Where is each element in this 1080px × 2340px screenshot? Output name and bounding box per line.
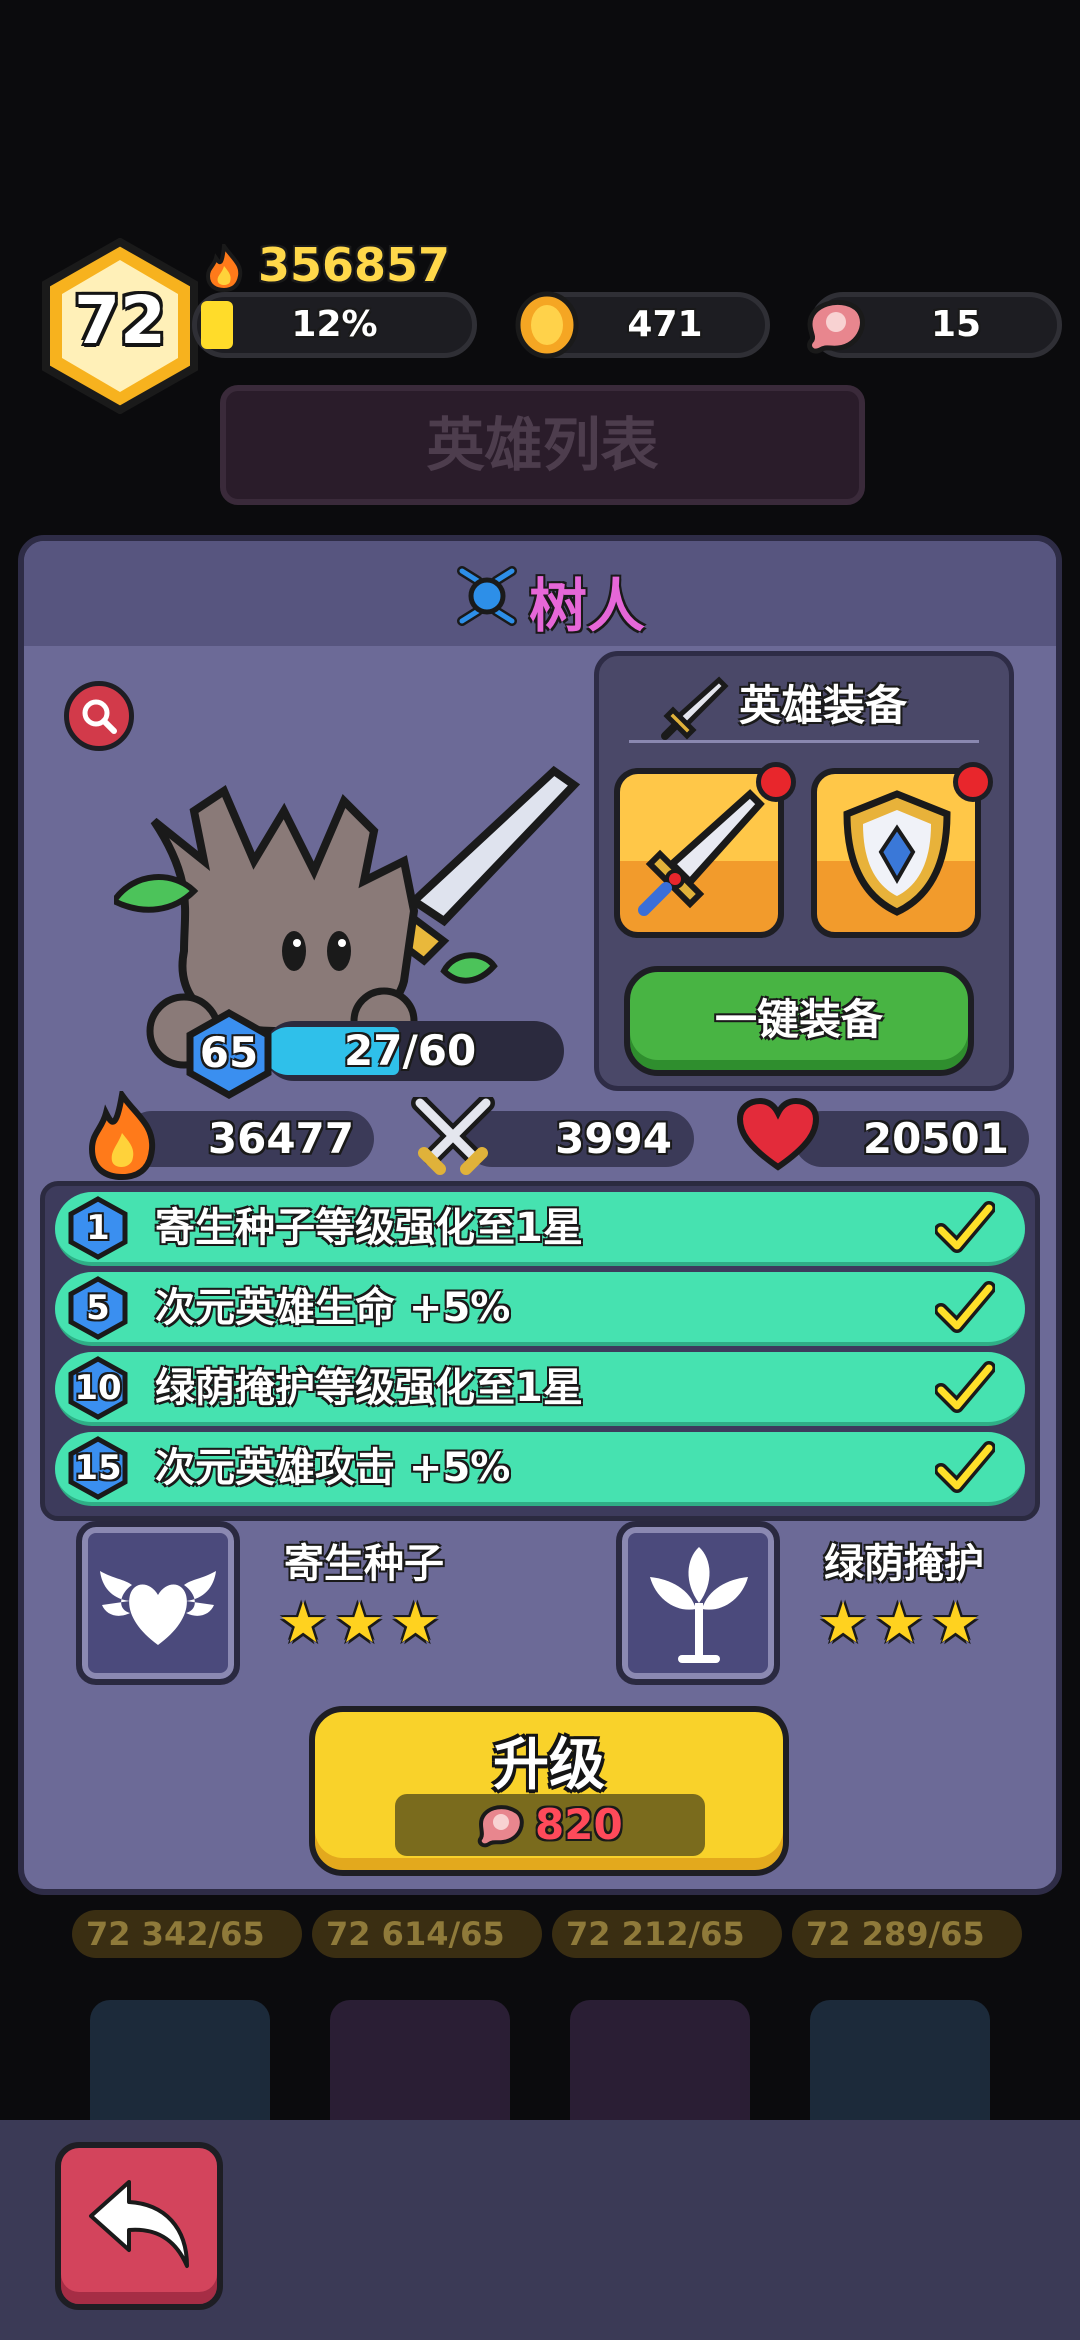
bonus-level: 5 (86, 1288, 110, 1328)
bonus-level-badge: 10 (67, 1356, 129, 1420)
hero-card[interactable] (810, 2000, 990, 2140)
check-icon (934, 1360, 996, 1416)
xp-bar: 12% (192, 292, 477, 358)
star-icon: ★ (874, 1591, 925, 1656)
meat-icon (800, 294, 872, 356)
equipment-icon (659, 674, 729, 744)
skill-1-stars: ★ ★ ★ (278, 1591, 441, 1656)
bonus-level-badge: 5 (67, 1276, 129, 1340)
equip-all-label: 一键装备 (714, 995, 883, 1044)
equipment-box: 英雄装备 一键装备 (594, 651, 1014, 1091)
equip-all-button[interactable]: 一键装备 (624, 966, 974, 1076)
armor-slot[interactable] (811, 762, 993, 938)
hero-level-badge: 65 (184, 1008, 274, 1100)
bonus-row: 15 次元英雄攻击 +5% (55, 1432, 1025, 1506)
bonus-level: 1 (86, 1208, 110, 1248)
hero-shard-bar: 27/60 (264, 1021, 564, 1081)
star-bonus-list[interactable]: 1 寄生种子等级强化至1星 5 次元英雄生命 +5% 10 绿荫掩护等级强化至1… (40, 1181, 1040, 1521)
upgrade-label: 升级 (493, 1733, 605, 1798)
meat-icon (473, 1800, 529, 1850)
back-button[interactable] (55, 2142, 223, 2310)
star-icon: ★ (930, 1591, 981, 1656)
hero-card-tag: 72 289/65 (792, 1910, 1022, 1958)
skill-1-button[interactable] (76, 1521, 240, 1685)
sprout-icon (644, 1543, 754, 1665)
heart-icon (736, 1097, 820, 1173)
player-level-badge: 72 (40, 237, 200, 415)
check-icon (934, 1200, 996, 1256)
bonus-text: 寄生种子等级强化至1星 (155, 1205, 583, 1251)
health-stat: 20501 (794, 1111, 1029, 1167)
bonus-level-badge: 15 (67, 1436, 129, 1500)
inspect-button[interactable] (64, 681, 134, 751)
bonus-level: 15 (74, 1448, 122, 1488)
hero-name: 树人 (529, 572, 646, 640)
player-power: 356857 (258, 238, 451, 292)
upgrade-cost: 820 (535, 1800, 623, 1849)
search-icon (79, 696, 119, 736)
equipment-divider (629, 740, 979, 743)
upgrade-cost-box: 820 (395, 1794, 705, 1856)
bonus-level-badge: 1 (67, 1196, 129, 1260)
hero-list-banner: 英雄列表 (220, 385, 865, 505)
power-stat: 36477 (124, 1111, 374, 1167)
coin-icon (514, 290, 580, 360)
sword-icon (630, 784, 770, 924)
hero-card-tag: 72 212/65 (552, 1910, 782, 1958)
bonus-text: 绿荫掩护等级强化至1星 (155, 1365, 583, 1411)
hero-health: 20501 (862, 1114, 1009, 1163)
hero-detail-panel: 树人 27/60 65 英雄装备 一键装备 36477 3994 20501 1… (18, 535, 1062, 1895)
hero-card-tag: 72 614/65 (312, 1910, 542, 1958)
bonus-row: 10 绿荫掩护等级强化至1星 (55, 1352, 1025, 1426)
bonus-text: 次元英雄生命 +5% (155, 1285, 511, 1331)
player-level: 72 (74, 282, 166, 359)
weapon-slot[interactable] (614, 762, 796, 938)
skill-2-name: 绿荫掩护 (824, 1541, 984, 1587)
armor-notice-dot (953, 762, 993, 802)
shield-icon (837, 788, 957, 918)
star-icon: ★ (390, 1591, 441, 1656)
bonus-row: 5 次元英雄生命 +5% (55, 1272, 1025, 1346)
check-icon (934, 1280, 996, 1336)
skill-2-button[interactable] (616, 1521, 780, 1685)
hero-list-title: 英雄列表 (426, 411, 659, 479)
xp-percent: 12% (291, 304, 378, 345)
star-icon: ★ (334, 1591, 385, 1656)
bonus-text: 次元英雄攻击 +5% (155, 1445, 511, 1491)
crossed-swords-icon (410, 1094, 496, 1177)
weapon-notice-dot (756, 762, 796, 802)
equipment-title: 英雄装备 (739, 681, 908, 730)
wings-icon (96, 1549, 220, 1657)
power-icon (202, 240, 246, 293)
star-icon: ★ (278, 1591, 329, 1656)
hero-card[interactable] (90, 2000, 270, 2140)
star-icon: ★ (818, 1591, 869, 1656)
faction-icon (454, 563, 520, 629)
hero-card[interactable] (330, 2000, 510, 2140)
skill-2-stars: ★ ★ ★ (818, 1591, 981, 1656)
hero-power: 36477 (207, 1114, 354, 1163)
hero-card-tag: 72 342/65 (72, 1910, 302, 1958)
check-icon (934, 1440, 996, 1496)
skill-1-name: 寄生种子 (284, 1541, 444, 1587)
hero-card[interactable] (570, 2000, 750, 2140)
bonus-row: 1 寄生种子等级强化至1星 (55, 1192, 1025, 1266)
bonus-level: 10 (74, 1368, 122, 1408)
back-arrow-icon (83, 2172, 195, 2276)
upgrade-button[interactable]: 升级 820 (309, 1706, 789, 1876)
xp-bar-fill (201, 301, 233, 349)
hero-level: 65 (199, 1028, 259, 1077)
attack-stat: 3994 (464, 1111, 694, 1167)
hero-shards: 27/60 (344, 1026, 477, 1075)
hero-attack: 3994 (555, 1114, 672, 1163)
fire-icon (84, 1087, 160, 1181)
